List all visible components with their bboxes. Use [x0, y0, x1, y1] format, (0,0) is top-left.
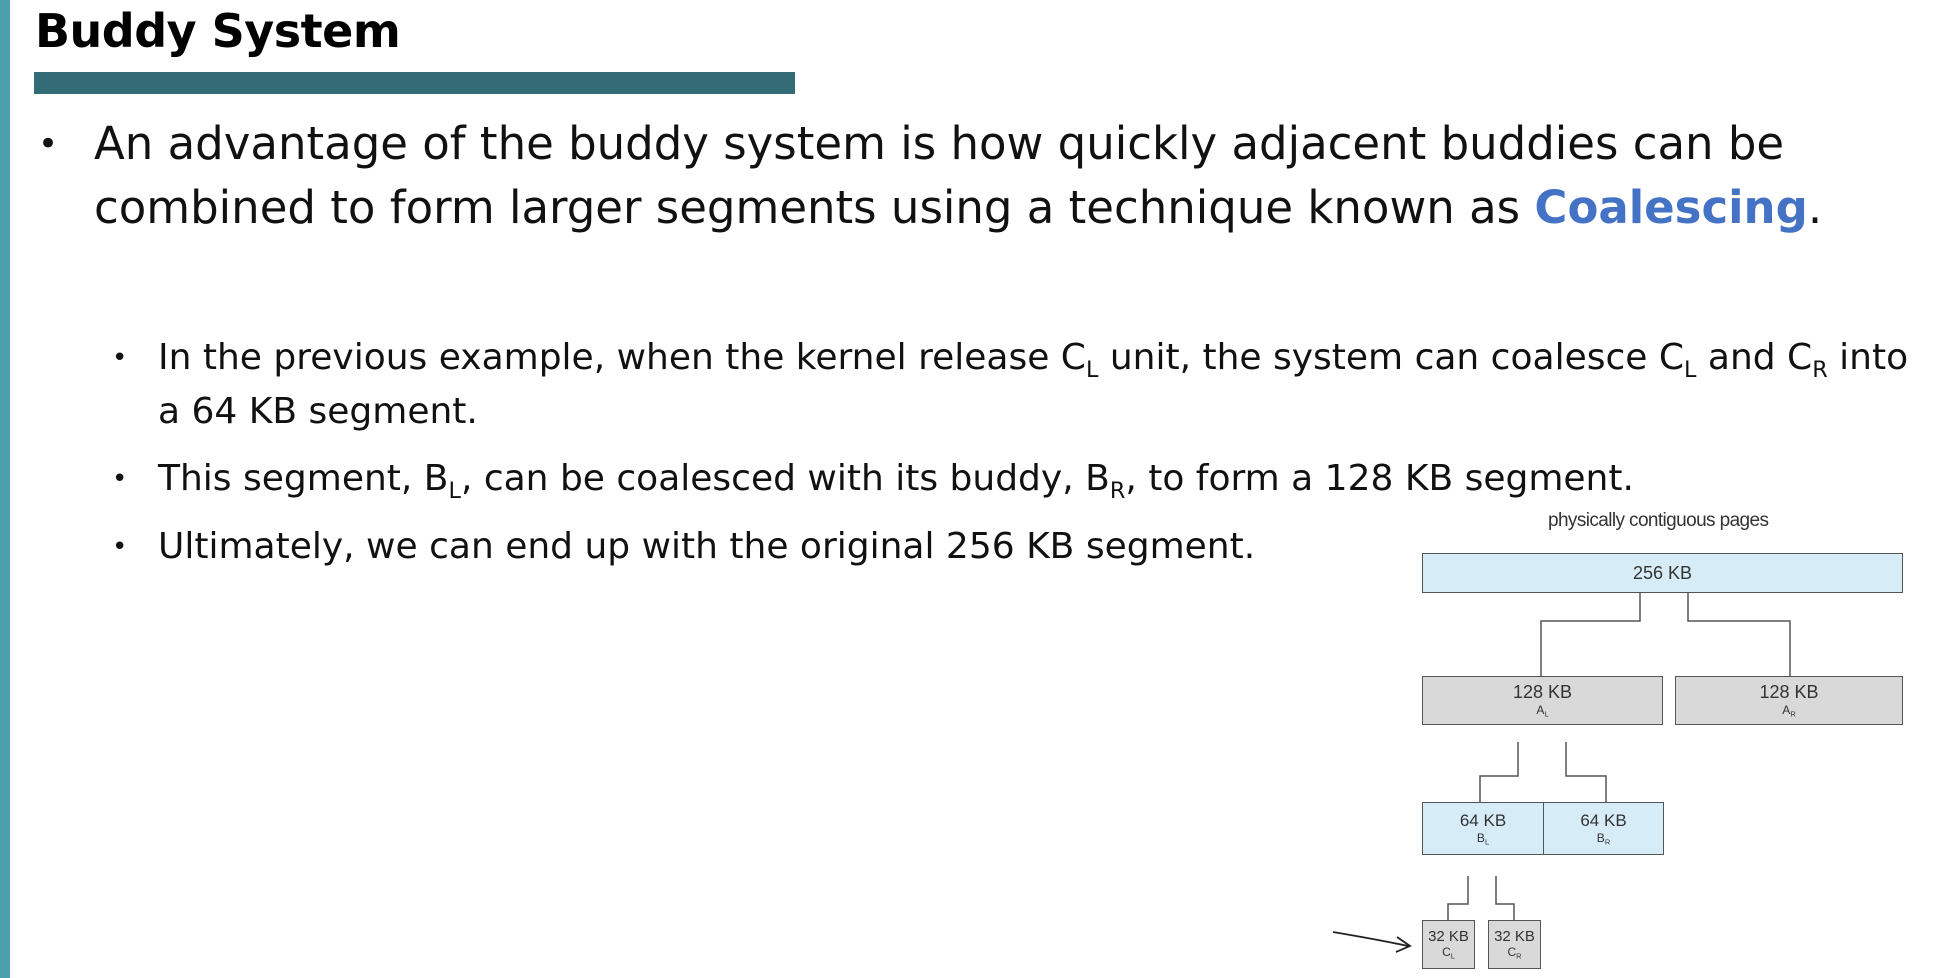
diagram-caption: physically contiguous pages	[1548, 510, 1769, 531]
connector-root-right	[1687, 592, 1791, 676]
connector-root-left	[1540, 592, 1641, 676]
block-32kb-c-right: 32 KB CR	[1488, 920, 1541, 969]
bullet-dot-icon: •	[112, 464, 128, 494]
bullet-dot-icon: •	[112, 343, 128, 373]
bullet-dot-icon: •	[38, 124, 59, 164]
block-64kb-b-left: 64 KB BL	[1422, 802, 1544, 855]
title-underline-bar	[34, 72, 795, 94]
left-accent-stripe	[0, 0, 10, 978]
slide-title: Buddy System	[35, 4, 401, 58]
block-256kb: 256 KB	[1422, 553, 1903, 593]
buddy-diagram: physically contiguous pages 256 KB 128 K…	[1320, 500, 1920, 978]
sub-bullet-1-text: In the previous example, when the kernel…	[158, 337, 1909, 432]
bullet-dot-icon: •	[112, 532, 128, 562]
block-128kb-a-left: 128 KB AL	[1422, 676, 1663, 725]
sub-bullet-2-text: This segment, BL, can be coalesced with …	[158, 458, 1634, 504]
block-128kb-a-right: 128 KB AR	[1675, 676, 1903, 725]
coalescing-term: Coalescing	[1534, 181, 1808, 234]
main-bullet-text: An advantage of the buddy system is how …	[94, 117, 1823, 234]
block-32kb-c-left: 32 KB CL	[1422, 920, 1475, 969]
connector-a-right	[1565, 742, 1607, 802]
arrow-icon	[1332, 931, 1412, 953]
connector-b-left	[1447, 876, 1469, 920]
connector-b-right	[1495, 876, 1515, 920]
connector-a-left	[1479, 742, 1519, 802]
block-64kb-b-right: 64 KB BR	[1543, 802, 1664, 855]
